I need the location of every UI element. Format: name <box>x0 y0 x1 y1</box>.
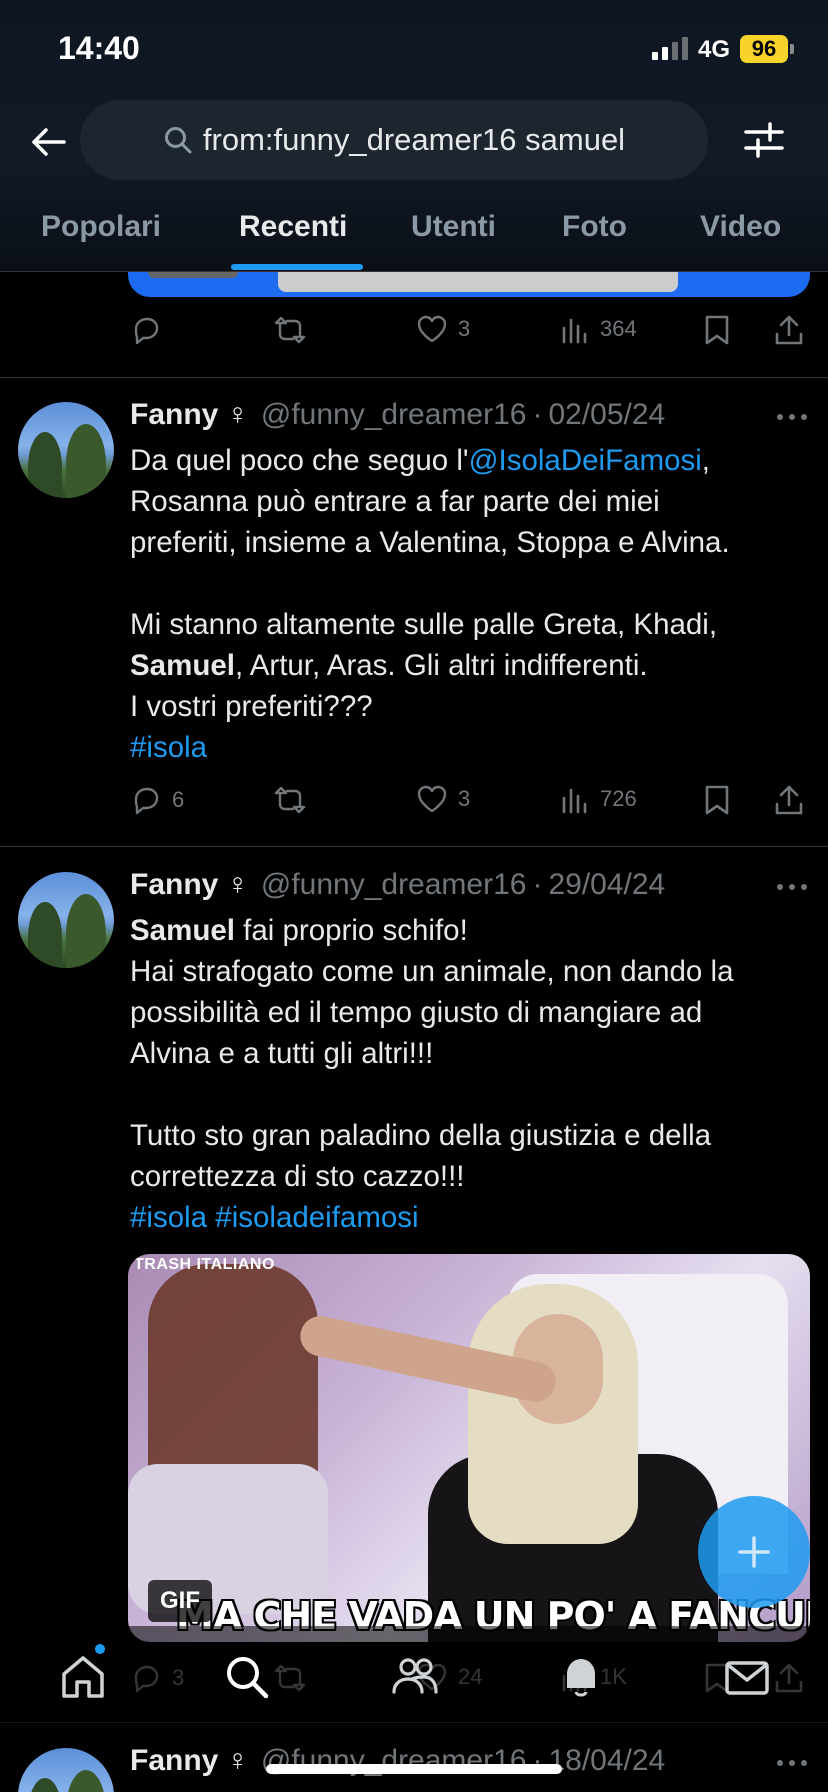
search-input[interactable]: from:funny_dreamer16 samuel <box>80 100 708 180</box>
share-icon <box>775 315 803 345</box>
messages-icon <box>725 1661 769 1695</box>
hashtag-link[interactable]: #isola <box>130 731 207 764</box>
tweet-date[interactable]: 02/05/24 <box>548 398 665 432</box>
search-query: from:funny_dreamer16 samuel <box>202 122 626 157</box>
nav-explore[interactable] <box>222 1652 272 1702</box>
share-icon <box>775 785 803 815</box>
views-icon <box>562 318 587 344</box>
nav-communities[interactable] <box>390 1652 440 1702</box>
retweet-button[interactable] <box>273 784 317 816</box>
tab-foto[interactable]: Foto <box>562 210 627 244</box>
hashtag-link[interactable]: #isola <box>130 1201 207 1234</box>
author-name[interactable]: Fanny <box>130 1744 218 1778</box>
bookmark-button[interactable] <box>704 314 730 346</box>
avatar[interactable] <box>18 872 114 968</box>
tweet-actions: 3 364 <box>128 314 810 354</box>
notification-dot <box>95 1644 105 1654</box>
nav-messages[interactable] <box>722 1652 772 1702</box>
author-name[interactable]: Fanny <box>130 398 218 432</box>
tab-popolari[interactable]: Popolari <box>41 210 161 244</box>
compose-plus-icon <box>738 1536 770 1568</box>
gif-watermark: TRASH ITALIANO <box>134 1256 275 1273</box>
filter-sliders-icon <box>744 122 784 158</box>
battery-icon <box>790 44 794 54</box>
nav-notifications[interactable] <box>556 1652 606 1702</box>
views-button[interactable]: 726 <box>560 784 637 814</box>
reply-button[interactable] <box>130 314 172 346</box>
search-tabs: Popolari Recenti Utenti Foto Video <box>0 204 828 272</box>
tweet-header: Fanny ♀ @funny_dreamer16 · 02/05/24 <box>130 398 665 438</box>
more-button[interactable] <box>774 880 810 900</box>
like-icon <box>417 315 447 343</box>
more-button[interactable] <box>774 410 810 430</box>
explore-icon <box>227 1657 269 1699</box>
bottom-navigation <box>0 1626 828 1726</box>
active-tab-indicator <box>231 264 363 270</box>
top-header: 14:40 4G 96 from:funny_dreamer16 samuel … <box>0 0 828 272</box>
gender-symbol: ♀ <box>226 398 249 431</box>
signal-icon <box>652 36 688 60</box>
battery-level: 96 <box>740 35 788 63</box>
views-icon <box>562 788 587 814</box>
more-icon <box>777 1760 807 1766</box>
more-button[interactable] <box>774 1756 810 1776</box>
communities-icon <box>392 1658 438 1694</box>
home-indicator[interactable] <box>266 1764 562 1774</box>
notifications-icon <box>567 1659 595 1697</box>
separator-dot: · <box>532 868 543 901</box>
tweet-header: Fanny ♀ @funny_dreamer16 · 29/04/24 <box>130 868 665 908</box>
like-icon <box>417 785 447 813</box>
like-button[interactable]: 3 <box>416 314 470 344</box>
tweet-actions: 6 3 726 <box>128 784 810 824</box>
bookmark-icon <box>705 785 729 815</box>
author-handle[interactable]: @funny_dreamer16 <box>261 868 527 902</box>
retweet-icon <box>274 786 306 814</box>
network-type: 4G <box>698 36 731 63</box>
retweet-button[interactable] <box>273 314 317 346</box>
home-icon <box>62 1656 104 1698</box>
search-icon <box>164 127 192 154</box>
reply-icon <box>134 317 159 345</box>
reply-icon <box>134 787 159 815</box>
tab-recenti[interactable]: Recenti <box>239 210 347 244</box>
back-arrow-icon <box>32 128 66 156</box>
retweet-icon <box>274 316 306 344</box>
gender-symbol: ♀ <box>226 1744 249 1777</box>
tab-video[interactable]: Video <box>700 210 781 244</box>
views-button[interactable]: 364 <box>560 314 637 344</box>
reply-button[interactable]: 6 <box>130 784 184 816</box>
tweet-date[interactable]: 29/04/24 <box>548 868 665 902</box>
more-icon <box>777 884 807 890</box>
more-icon <box>777 414 807 420</box>
nav-home[interactable] <box>58 1652 108 1702</box>
hashtag-link[interactable]: #isoladeifamosi <box>215 1201 418 1234</box>
bookmark-icon <box>705 315 729 345</box>
tweet-date[interactable]: 18/04/24 <box>548 1744 665 1778</box>
gif-badge: GIF <box>148 1580 212 1622</box>
divider <box>0 846 828 847</box>
avatar[interactable] <box>18 1748 114 1792</box>
divider <box>0 377 828 378</box>
search-filter-button[interactable] <box>742 118 786 162</box>
compose-button[interactable] <box>698 1496 810 1608</box>
tab-utenti[interactable]: Utenti <box>411 210 496 244</box>
share-button[interactable] <box>774 314 804 346</box>
like-button[interactable]: 3 <box>416 784 470 814</box>
tweet-text: Da quel poco che seguo l'@IsolaDeiFamosi… <box>130 444 730 764</box>
mention-link[interactable]: @IsolaDeiFamosi <box>469 444 702 477</box>
back-button[interactable] <box>28 122 68 162</box>
author-handle[interactable]: @funny_dreamer16 <box>261 398 527 432</box>
separator-dot: · <box>532 398 543 431</box>
author-name[interactable]: Fanny <box>130 868 218 902</box>
bookmark-button[interactable] <box>704 784 730 816</box>
tweet-text: Samuel fai proprio schifo! Hai strafogat… <box>130 914 734 1234</box>
avatar[interactable] <box>18 402 114 498</box>
share-button[interactable] <box>774 784 804 816</box>
gender-symbol: ♀ <box>226 868 249 901</box>
status-time: 14:40 <box>58 30 140 66</box>
